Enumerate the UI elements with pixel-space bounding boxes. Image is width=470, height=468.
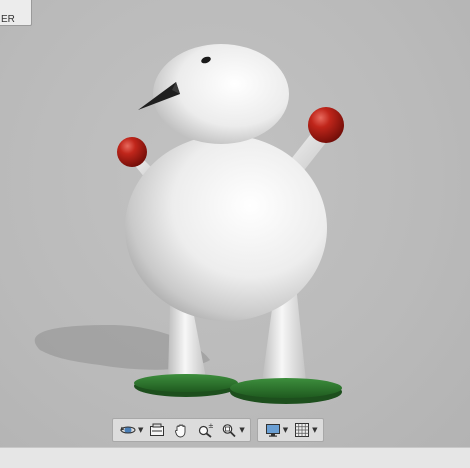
display-menu-caret[interactable]: ▼ bbox=[283, 426, 288, 434]
snowman-model[interactable] bbox=[0, 0, 470, 447]
svg-text:±: ± bbox=[208, 422, 213, 430]
look-at-icon bbox=[150, 423, 165, 436]
display-tools-group: ▼ ▼ bbox=[256, 418, 324, 442]
display-settings-button[interactable] bbox=[262, 420, 284, 440]
status-bar bbox=[0, 447, 470, 468]
orbit-menu-caret[interactable]: ▼ bbox=[138, 426, 143, 434]
pan-hand-icon bbox=[175, 424, 186, 438]
look-at-button[interactable] bbox=[146, 420, 168, 440]
grid-menu-caret[interactable]: ▼ bbox=[312, 426, 317, 434]
zoom-window-button[interactable] bbox=[218, 420, 240, 440]
zoom-window-icon bbox=[223, 424, 237, 438]
zoom-menu-caret[interactable]: ▼ bbox=[239, 426, 244, 434]
pan-button[interactable] bbox=[170, 420, 192, 440]
3d-viewport[interactable]: ER ▼ ± ▼ ▼ ▼ bbox=[0, 0, 470, 447]
display-settings-icon bbox=[265, 424, 280, 437]
zoom-button[interactable]: ± bbox=[194, 420, 216, 440]
snowman-body bbox=[125, 135, 327, 321]
grid-button[interactable] bbox=[291, 420, 313, 440]
zoom-icon: ± bbox=[199, 422, 213, 438]
orbit-button[interactable] bbox=[117, 420, 139, 440]
right-foot-base bbox=[230, 378, 342, 404]
navigation-bar: ▼ ± ▼ ▼ ▼ bbox=[112, 418, 324, 442]
left-foot-base bbox=[134, 374, 238, 397]
orbit-icon bbox=[120, 426, 136, 434]
navigation-tools-group: ▼ ± ▼ bbox=[112, 418, 251, 442]
grid-icon bbox=[295, 423, 310, 437]
